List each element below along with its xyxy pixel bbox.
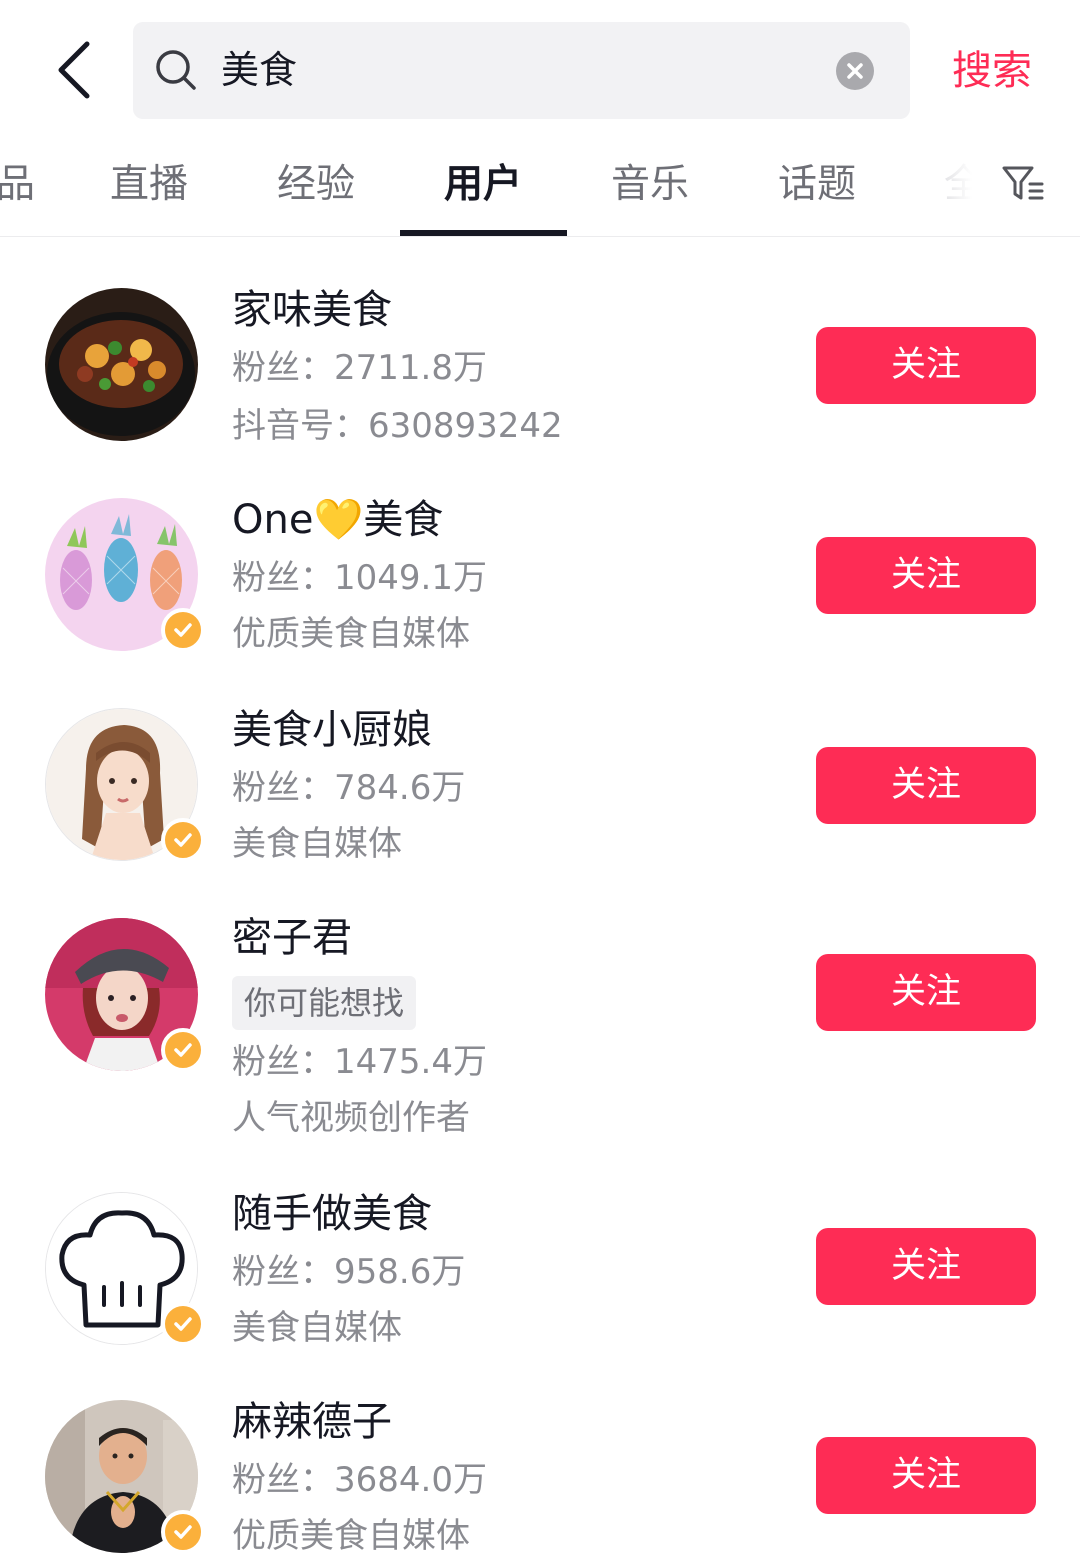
follower-count: 粉丝：2711.8万 [232, 348, 487, 388]
back-arrow-icon [58, 41, 90, 99]
follow-button[interactable]: 关注 [816, 954, 1036, 1031]
user-name[interactable]: 麻辣德子 [232, 1394, 392, 1450]
follow-button[interactable]: 关注 [816, 537, 1036, 614]
clear-search-button[interactable] [836, 52, 874, 90]
follow-button[interactable]: 关注 [816, 747, 1036, 824]
user-id: 抖音号：630893242 [232, 406, 563, 446]
user-description: 优质美食自媒体 [232, 1516, 470, 1556]
tab-fade-overlay [930, 150, 1000, 230]
user-item[interactable]: 麻辣德子 粉丝：3684.0万 优质美食自媒体 关注 [0, 1380, 1080, 1565]
search-input[interactable]: 美食 [221, 22, 297, 119]
follower-count: 粉丝：3684.0万 [232, 1460, 487, 1500]
follower-count: 粉丝：958.6万 [232, 1252, 466, 1292]
avatar-wrapper [45, 918, 205, 1072]
avatar-wrapper [45, 708, 205, 862]
user-name[interactable]: 家味美食 [232, 282, 392, 338]
verified-badge-icon [161, 1510, 205, 1554]
user-name[interactable]: 美食小厨娘 [232, 702, 432, 758]
verified-badge-icon [161, 608, 205, 652]
top-bar: 美食 搜索 [0, 0, 1080, 140]
user-description: 美食自媒体 [232, 824, 402, 864]
active-tab-indicator [400, 230, 567, 236]
tab-topics[interactable]: 话题 [778, 158, 856, 212]
avatar[interactable] [45, 288, 198, 441]
user-item[interactable]: 美食小厨娘 粉丝：784.6万 美食自媒体 关注 [0, 688, 1080, 888]
follower-count: 粉丝：784.6万 [232, 768, 466, 808]
suggestion-tag: 你可能想找 [232, 976, 417, 1030]
user-name[interactable]: 密子君 [232, 910, 352, 966]
search-icon [156, 50, 196, 90]
user-description: 人气视频创作者 [232, 1098, 470, 1138]
user-description: 优质美食自媒体 [232, 614, 470, 654]
avatar-wrapper [45, 1192, 205, 1346]
user-item[interactable]: 密子君 你可能想找 粉丝：1475.4万 人气视频创作者 关注 [0, 898, 1080, 1160]
user-item[interactable]: 家味美食 粉丝：2711.8万 抖音号：630893242 关注 [0, 268, 1080, 468]
follow-button[interactable]: 关注 [816, 1228, 1036, 1305]
filter-icon[interactable] [1000, 162, 1046, 208]
avatar-wrapper [45, 498, 205, 652]
verified-badge-icon [161, 818, 205, 862]
user-item[interactable]: 随手做美食 粉丝：958.6万 美食自媒体 关注 [0, 1172, 1080, 1372]
tab-users[interactable]: 用户 [444, 158, 522, 212]
search-submit-button[interactable]: 搜索 [952, 38, 1032, 104]
user-description: 美食自媒体 [232, 1308, 402, 1348]
user-item[interactable]: One💛美食 粉丝：1049.1万 优质美食自媒体 关注 [0, 478, 1080, 678]
user-name[interactable]: One💛美食 [232, 492, 443, 548]
verified-badge-icon [161, 1302, 205, 1346]
back-button[interactable] [40, 30, 110, 110]
verified-badge-icon [161, 1028, 205, 1072]
follower-count: 粉丝：1475.4万 [232, 1042, 487, 1082]
search-box[interactable]: 美食 [133, 22, 910, 119]
clear-icon [847, 63, 863, 79]
follower-count: 粉丝：1049.1万 [232, 558, 487, 598]
food-bowl-avatar-image [45, 288, 198, 441]
avatar-wrapper [45, 288, 198, 441]
avatar-wrapper [45, 1400, 205, 1554]
user-name[interactable]: 随手做美食 [232, 1186, 432, 1242]
follow-button[interactable]: 关注 [816, 1437, 1036, 1514]
tab-music[interactable]: 音乐 [611, 158, 689, 212]
tab-experience[interactable]: 经验 [277, 158, 355, 212]
tab-works-partial[interactable]: 品 [0, 158, 35, 212]
tab-live[interactable]: 直播 [110, 158, 188, 212]
category-tabs: 品 直播 经验 用户 音乐 话题 全 [0, 140, 1080, 237]
follow-button[interactable]: 关注 [816, 327, 1036, 404]
